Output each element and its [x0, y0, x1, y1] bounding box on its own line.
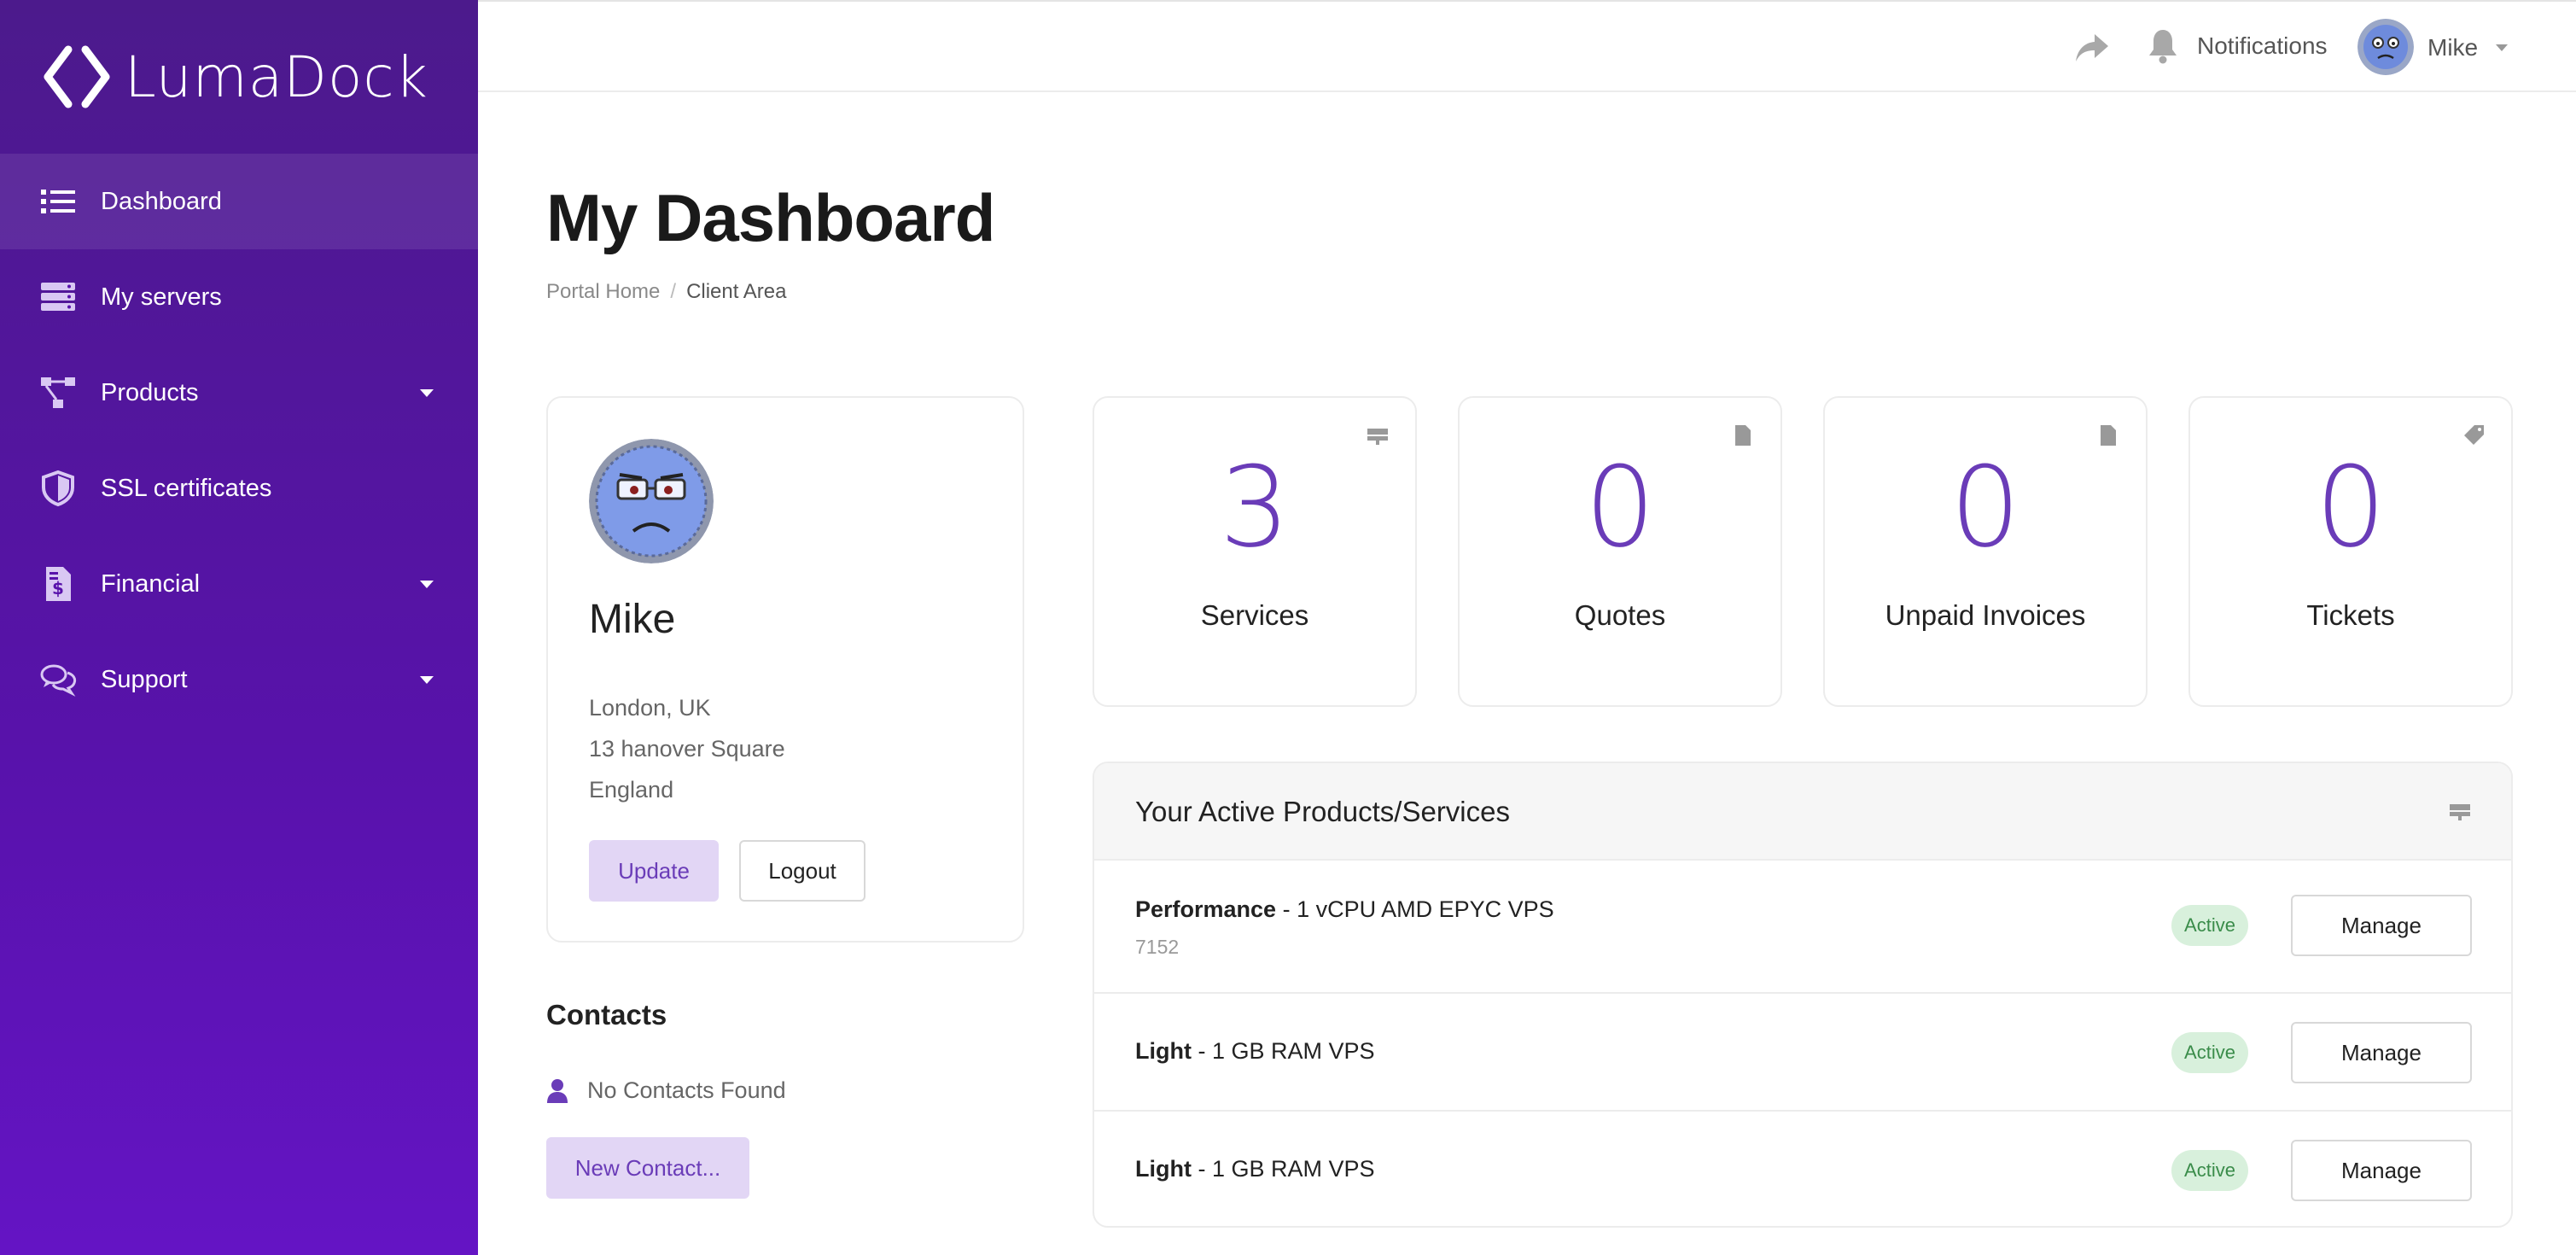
service-name: Light - 1 GB RAM VPS [1135, 1156, 1375, 1182]
contacts-empty: No Contacts Found [546, 1077, 786, 1104]
sidebar-item-label: Products [101, 378, 199, 406]
share-icon[interactable] [2074, 31, 2110, 65]
stat-tile-services[interactable]: 3 Services [1093, 396, 1417, 707]
profile-card: Mike London, UK 13 hanover Square Englan… [546, 396, 1024, 943]
sidebar-nav: Dashboard My servers Products SSL certif… [0, 154, 478, 727]
page-title: My Dashboard [546, 180, 995, 255]
user-icon [547, 1078, 568, 1103]
panel-header: Your Active Products/Services [1094, 763, 2511, 861]
address-line: London, UK [589, 695, 711, 721]
service-name: Light - 1 GB RAM VPS [1135, 1038, 1375, 1064]
notifications-link[interactable]: Notifications [2197, 32, 2328, 60]
service-row[interactable]: Light - 1 GB RAM VPS Active Manage [1094, 994, 2511, 1112]
profile-name: Mike [589, 597, 676, 642]
avatar[interactable] [2357, 19, 2414, 75]
service-row[interactable]: Performance - 1 vCPU AMD EPYC VPS 7152 A… [1094, 861, 2511, 994]
new-contact-button[interactable]: New Contact... [546, 1137, 749, 1199]
user-menu-name[interactable]: Mike [2427, 34, 2478, 61]
stat-label: Tickets [2306, 599, 2395, 631]
hierarchy-icon [39, 374, 77, 412]
service-domain: 7152 [1135, 936, 1180, 958]
contacts-empty-text: No Contacts Found [587, 1077, 786, 1103]
breadcrumb: Portal Home / Client Area [546, 280, 786, 304]
update-button[interactable]: Update [589, 840, 719, 902]
brand-logo[interactable]: LumaDock [43, 43, 428, 111]
stat-value: 0 [2315, 442, 2387, 572]
sidebar-item-label: SSL certificates [101, 474, 272, 502]
sidebar-item-ssl-certificates[interactable]: SSL certificates [0, 441, 478, 536]
sidebar-item-dashboard[interactable]: Dashboard [0, 154, 478, 249]
sidebar-item-support[interactable]: Support [0, 632, 478, 727]
bell-icon[interactable] [2148, 27, 2178, 65]
logout-button[interactable]: Logout [739, 840, 865, 902]
service-row[interactable]: Light - 1 GB RAM VPS Active Manage [1094, 1112, 2511, 1226]
manage-button[interactable]: Manage [2291, 1022, 2472, 1083]
code-brackets-icon [44, 45, 110, 108]
invoice-icon: $ [39, 565, 77, 603]
sidebar-item-label: My servers [101, 283, 222, 311]
chevron-down-icon [420, 676, 434, 684]
breadcrumb-current: Client Area [686, 280, 787, 303]
stat-tile-tickets[interactable]: 0 Tickets [2188, 396, 2513, 707]
sidebar-item-label: Dashboard [101, 187, 222, 215]
sidebar-item-label: Financial [101, 569, 201, 598]
svg-text:$: $ [52, 578, 64, 598]
contacts-title: Contacts [546, 999, 667, 1030]
stat-label: Unpaid Invoices [1885, 599, 2086, 631]
sidebar-item-my-servers[interactable]: My servers [0, 249, 478, 345]
panel-title: Your Active Products/Services [1135, 796, 1510, 827]
address-line: England [589, 777, 674, 803]
manage-button[interactable]: Manage [2291, 895, 2472, 956]
breadcrumb-home-link[interactable]: Portal Home [546, 280, 660, 304]
stat-value: 0 [1584, 442, 1656, 572]
chevron-down-icon[interactable] [2496, 44, 2508, 51]
server-icon [39, 278, 77, 316]
service-name: Performance - 1 vCPU AMD EPYC VPS [1135, 896, 1554, 922]
list-icon [39, 183, 77, 220]
brand-name: LumaDock [125, 44, 428, 110]
stat-tile-unpaid-invoices[interactable]: 0 Unpaid Invoices [1823, 396, 2148, 707]
shield-icon [39, 470, 77, 507]
sidebar-item-financial[interactable]: $ Financial [0, 536, 478, 632]
status-badge: Active [2171, 1032, 2248, 1073]
active-services-panel: Your Active Products/Services Performanc… [1093, 762, 2513, 1228]
avatar [589, 439, 714, 563]
address-line: 13 hanover Square [589, 736, 785, 762]
manage-button[interactable]: Manage [2291, 1140, 2472, 1201]
stat-value: 0 [1949, 442, 2021, 572]
chevron-down-icon [420, 581, 434, 588]
stat-tile-quotes[interactable]: 0 Quotes [1458, 396, 1782, 707]
sidebar-item-label: Support [101, 665, 188, 693]
stat-label: Quotes [1574, 599, 1666, 631]
sidebar-item-products[interactable]: Products [0, 345, 478, 441]
server-small-icon [2450, 804, 2470, 820]
comments-icon [39, 661, 77, 698]
status-badge: Active [2171, 1150, 2248, 1191]
breadcrumb-separator: / [670, 280, 677, 303]
stat-value: 3 [1219, 442, 1291, 572]
top-header: Notifications Mike [478, 0, 2576, 92]
sidebar: LumaDock Dashboard My servers Products S… [0, 0, 478, 1255]
chevron-down-icon [420, 389, 434, 397]
status-badge: Active [2171, 905, 2248, 946]
stat-label: Services [1200, 599, 1309, 631]
